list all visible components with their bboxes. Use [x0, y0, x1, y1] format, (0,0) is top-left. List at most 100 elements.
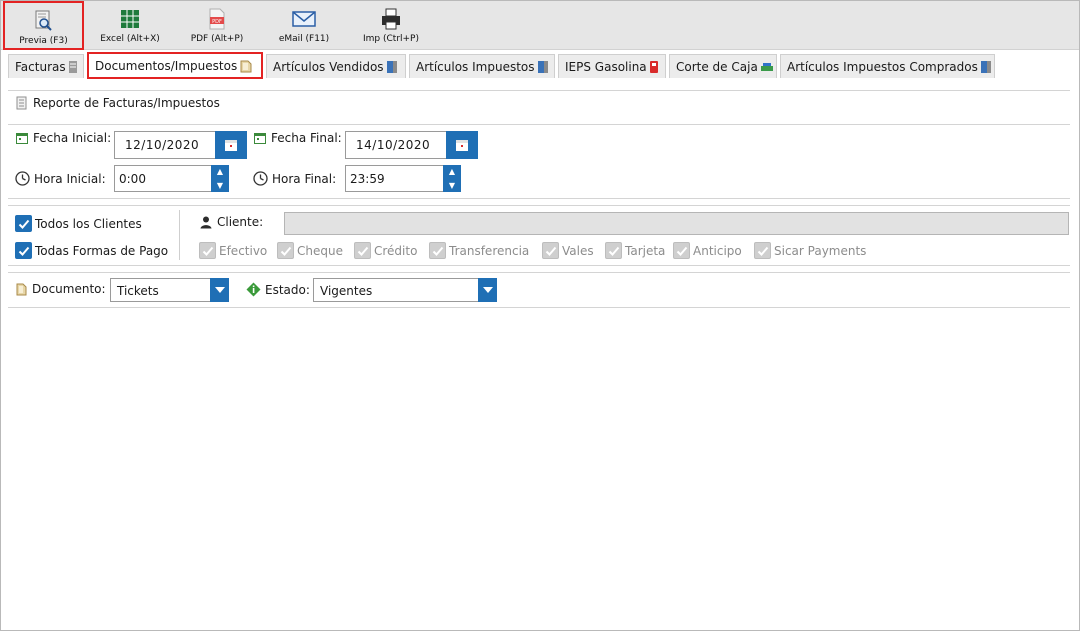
checkbox-disabled-icon — [429, 242, 446, 259]
checkbox-disabled-icon — [673, 242, 690, 259]
document-label: Documento: — [15, 282, 106, 296]
clock-icon — [15, 171, 30, 186]
print-label: Imp (Ctrl+P) — [363, 34, 419, 44]
report-tabs: Facturas Documentos/Impuestos Artículos … — [8, 52, 998, 79]
checkbox-disabled-icon — [542, 242, 559, 259]
start-date-value: 12/10/2020 — [125, 138, 200, 152]
tab-articulos-impuestos-comprados[interactable]: Artículos Impuestos Comprados — [780, 54, 995, 78]
end-date-value: 14/10/2020 — [356, 138, 431, 152]
invoice-stack-icon — [68, 60, 78, 74]
window-frame — [0, 0, 1080, 631]
tab-label: Corte de Caja — [676, 59, 758, 74]
spin-up-icon[interactable]: ▲ — [449, 167, 455, 176]
checkbox-disabled-icon — [754, 242, 771, 259]
status-select[interactable]: Vigentes — [313, 278, 497, 302]
vertical-divider — [179, 210, 180, 260]
payment-cheque-checkbox[interactable]: Cheque — [277, 242, 343, 259]
start-date-field[interactable]: 12/10/2020 — [114, 131, 247, 159]
spin-down-icon[interactable]: ▼ — [217, 181, 223, 190]
start-time-label: Hora Inicial: — [15, 171, 106, 186]
calendar-picker-button[interactable] — [446, 131, 478, 159]
document-icon — [15, 282, 28, 296]
pdf-button[interactable]: PDF PDF (Alt+P) — [179, 1, 255, 50]
checkbox-checked-icon — [15, 242, 32, 259]
divider — [8, 198, 1070, 199]
checkbox-disabled-icon — [354, 242, 371, 259]
user-icon — [199, 215, 213, 229]
chevron-down-icon[interactable] — [210, 278, 229, 302]
cash-register-icon — [760, 61, 774, 73]
start-time-spinner[interactable]: 0:00 ▲ ▼ — [114, 165, 229, 192]
end-time-label: Hora Final: — [253, 171, 336, 186]
report-document-icon — [16, 96, 27, 110]
payment-efectivo-checkbox[interactable]: Efectivo — [199, 242, 267, 259]
end-date-label: Fecha Final: — [253, 131, 342, 145]
all-clients-checkbox[interactable]: Todos los Clientes — [15, 215, 142, 232]
client-search-field[interactable] — [284, 212, 1069, 235]
end-time-spinner[interactable]: 23:59 ▲ ▼ — [345, 165, 461, 192]
tab-label: Artículos Impuestos Comprados — [787, 59, 978, 74]
spin-up-icon[interactable]: ▲ — [217, 167, 223, 176]
tab-ieps-gasolina[interactable]: IEPS Gasolina — [558, 54, 666, 78]
spinner-arrows[interactable]: ▲ ▼ — [211, 165, 229, 192]
svg-text:PDF: PDF — [212, 19, 222, 25]
payment-anticipo-checkbox[interactable]: Anticipo — [673, 242, 742, 259]
divider — [8, 90, 1070, 91]
status-value: Vigentes — [320, 284, 373, 298]
tab-corte-de-caja[interactable]: Corte de Caja — [669, 54, 777, 78]
calendar-picker-button[interactable] — [215, 131, 247, 159]
email-label: eMail (F11) — [278, 34, 330, 44]
client-label: Cliente: — [199, 215, 263, 229]
spin-down-icon[interactable]: ▼ — [449, 181, 455, 190]
toolbar: Previa (F3) Excel (Alt+X) PDF PDF (Alt+P… — [1, 1, 1079, 50]
end-date-field[interactable]: 14/10/2020 — [345, 131, 478, 159]
checkbox-disabled-icon — [605, 242, 622, 259]
payment-tarjeta-checkbox[interactable]: Tarjeta — [605, 242, 665, 259]
document-select[interactable]: Tickets — [110, 278, 229, 302]
fuel-pump-icon — [649, 60, 661, 74]
excel-button[interactable]: Excel (Alt+X) — [91, 1, 169, 50]
checkbox-checked-icon — [15, 215, 32, 232]
pdf-icon: PDF — [205, 7, 229, 31]
excel-icon — [118, 7, 142, 31]
chevron-down-icon[interactable] — [478, 278, 497, 302]
calendar-icon — [15, 131, 29, 145]
tab-documentos-impuestos[interactable]: Documentos/Impuestos — [87, 52, 263, 79]
start-time-value: 0:00 — [119, 172, 146, 186]
book-icon — [386, 60, 398, 74]
divider — [8, 205, 1070, 206]
tab-articulos-impuestos[interactable]: Artículos Impuestos — [409, 54, 555, 78]
calendar-icon — [253, 131, 267, 145]
tab-label: Artículos Vendidos — [273, 59, 384, 74]
spinner-arrows[interactable]: ▲ ▼ — [443, 165, 461, 192]
checkbox-disabled-icon — [277, 242, 294, 259]
tab-label: Facturas — [15, 59, 66, 74]
divider — [8, 124, 1070, 125]
tab-articulos-vendidos[interactable]: Artículos Vendidos — [266, 54, 406, 78]
payment-sicar-payments-checkbox[interactable]: Sicar Payments — [754, 242, 866, 259]
section-title: Reporte de Facturas/Impuestos — [16, 96, 220, 110]
start-date-label: Fecha Inicial: — [15, 131, 111, 145]
tab-label: IEPS Gasolina — [565, 59, 647, 74]
tab-label: Documentos/Impuestos — [95, 58, 238, 73]
payment-transferencia-checkbox[interactable]: Transferencia — [429, 242, 529, 259]
preview-button[interactable]: Previa (F3) — [3, 1, 84, 50]
end-time-value: 23:59 — [350, 172, 385, 186]
document-value: Tickets — [117, 284, 159, 298]
pdf-label: PDF (Alt+P) — [190, 34, 244, 44]
book-icon — [537, 60, 549, 74]
checkbox-disabled-icon — [199, 242, 216, 259]
all-payments-checkbox[interactable]: Todas Formas de Pago — [15, 242, 168, 259]
preview-search-icon — [32, 9, 56, 33]
printer-icon — [379, 7, 403, 31]
payment-vales-checkbox[interactable]: Vales — [542, 242, 594, 259]
email-button[interactable]: eMail (F11) — [263, 1, 345, 50]
divider — [8, 272, 1070, 273]
print-button[interactable]: Imp (Ctrl+P) — [353, 1, 429, 50]
tab-label: Artículos Impuestos — [416, 59, 535, 74]
excel-label: Excel (Alt+X) — [100, 34, 160, 44]
status-label: Estado: — [246, 282, 310, 297]
info-icon — [246, 282, 261, 297]
tab-facturas[interactable]: Facturas — [8, 54, 84, 78]
payment-credito-checkbox[interactable]: Crédito — [354, 242, 417, 259]
